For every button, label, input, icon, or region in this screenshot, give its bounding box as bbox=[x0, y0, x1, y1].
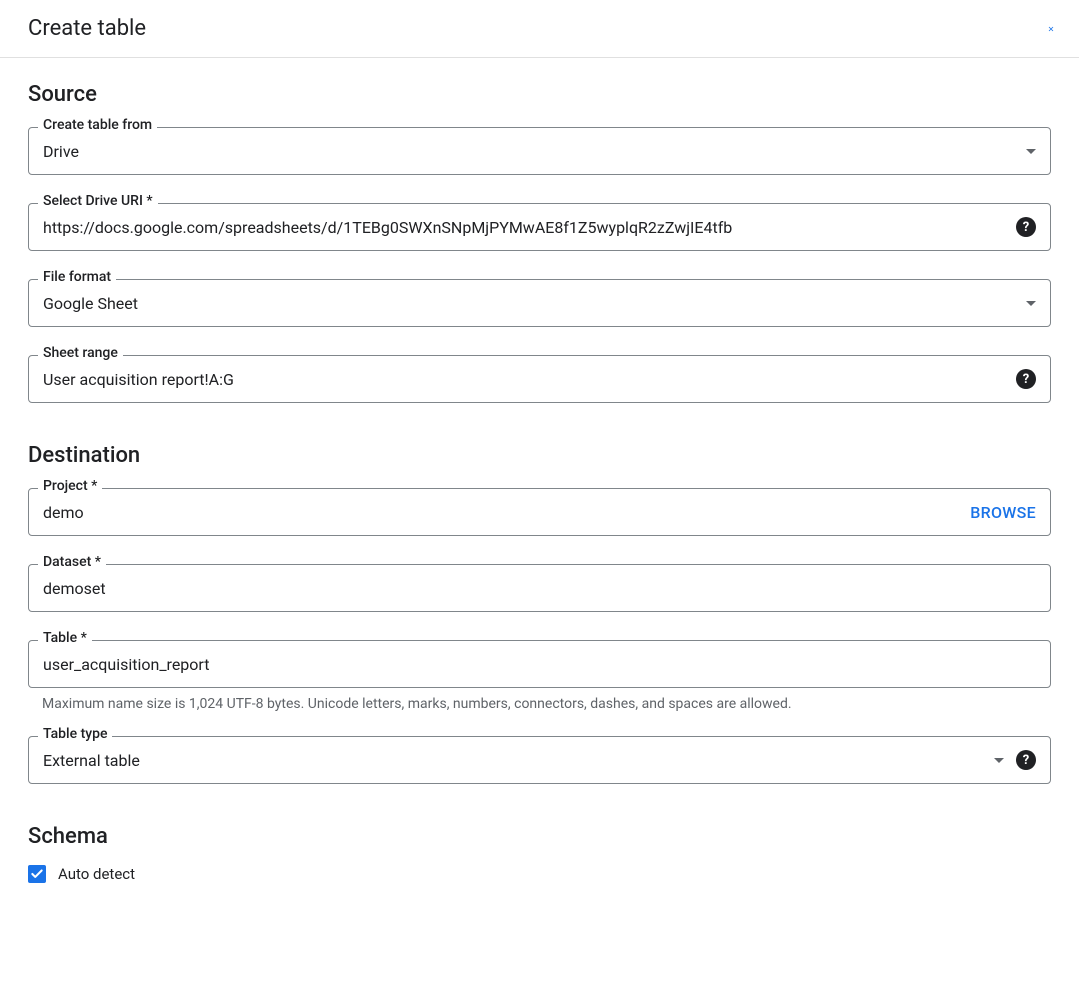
section-title-source: Source bbox=[28, 82, 1051, 107]
table-box bbox=[28, 640, 1051, 688]
drive-uri-field: Select Drive URI * ? bbox=[28, 203, 1051, 251]
dataset-label: Dataset * bbox=[38, 554, 106, 570]
auto-detect-label: Auto detect bbox=[58, 865, 135, 883]
table-input[interactable] bbox=[43, 643, 1036, 686]
file-format-value: Google Sheet bbox=[43, 282, 1018, 325]
sheet-range-box: ? bbox=[28, 355, 1051, 403]
table-label: Table * bbox=[38, 630, 92, 646]
table-helper-text: Maximum name size is 1,024 UTF-8 bytes. … bbox=[42, 696, 1051, 712]
file-format-label: File format bbox=[38, 269, 116, 285]
dialog-header: Create table bbox=[0, 0, 1079, 58]
dialog-title: Create table bbox=[28, 16, 146, 41]
help-icon[interactable]: ? bbox=[1016, 217, 1036, 237]
chevron-down-icon bbox=[1026, 149, 1036, 154]
chevron-down-icon bbox=[994, 758, 1004, 763]
file-format-field: File format Google Sheet bbox=[28, 279, 1051, 327]
create-table-from-label: Create table from bbox=[38, 117, 157, 133]
section-title-schema: Schema bbox=[28, 824, 1051, 849]
table-type-field: Table type External table ? bbox=[28, 736, 1051, 784]
table-type-value: External table bbox=[43, 739, 986, 782]
dataset-field: Dataset * bbox=[28, 564, 1051, 612]
table-type-box: External table ? bbox=[28, 736, 1051, 784]
sheet-range-input[interactable] bbox=[43, 358, 1004, 401]
section-title-destination: Destination bbox=[28, 443, 1051, 468]
drive-uri-box: ? bbox=[28, 203, 1051, 251]
chevron-down-icon bbox=[1026, 301, 1036, 306]
dataset-input[interactable] bbox=[43, 567, 1036, 610]
dialog-content: Source Create table from Drive Select Dr… bbox=[0, 58, 1079, 907]
sheet-range-label: Sheet range bbox=[38, 345, 123, 361]
project-field: Project * BROWSE bbox=[28, 488, 1051, 536]
project-box: BROWSE bbox=[28, 488, 1051, 536]
drive-uri-label: Select Drive URI * bbox=[38, 193, 158, 209]
table-type-label: Table type bbox=[38, 726, 112, 742]
help-icon[interactable]: ? bbox=[1016, 750, 1036, 770]
table-field: Table * bbox=[28, 640, 1051, 688]
create-table-from-select[interactable]: Drive bbox=[28, 127, 1051, 175]
auto-detect-checkbox[interactable] bbox=[28, 865, 46, 883]
close-icon[interactable] bbox=[1047, 20, 1055, 38]
project-label: Project * bbox=[38, 478, 102, 494]
drive-uri-input[interactable] bbox=[43, 206, 1004, 249]
sheet-range-field: Sheet range ? bbox=[28, 355, 1051, 403]
browse-button[interactable]: BROWSE bbox=[970, 503, 1036, 522]
help-icon[interactable]: ? bbox=[1016, 369, 1036, 389]
create-table-from-field: Create table from Drive bbox=[28, 127, 1051, 175]
project-input[interactable] bbox=[43, 491, 962, 534]
create-table-from-value: Drive bbox=[43, 130, 1018, 173]
file-format-select[interactable]: Google Sheet bbox=[28, 279, 1051, 327]
table-type-select[interactable]: External table bbox=[43, 739, 1004, 782]
dataset-box bbox=[28, 564, 1051, 612]
auto-detect-row: Auto detect bbox=[28, 865, 1051, 883]
